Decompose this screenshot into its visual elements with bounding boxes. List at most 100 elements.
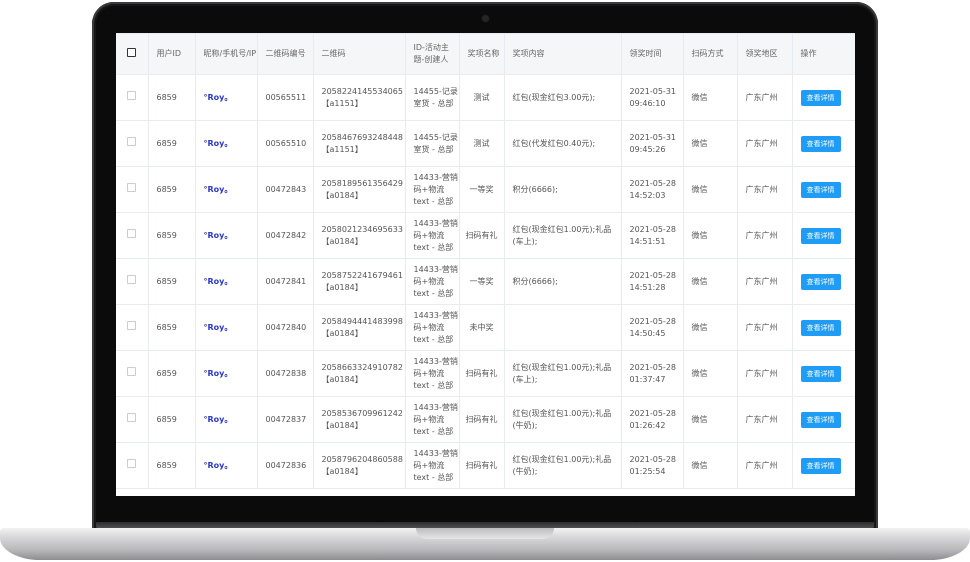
cell-prize-content bbox=[504, 304, 622, 351]
table-row: 6859 °Roy。 00472838 2058663324910782【a01… bbox=[116, 350, 855, 397]
row-checkbox[interactable] bbox=[116, 396, 149, 443]
view-details-button[interactable]: 查看详情 bbox=[800, 411, 841, 428]
cell-qr-code: 2058021234695633【a0184】 bbox=[313, 212, 406, 259]
cell-scan-method: 微信 bbox=[683, 212, 738, 259]
cell-qr-code: 2058467693248448【a1151】 bbox=[313, 120, 406, 167]
cell-prize-content: 红包(现金红包1.00元);礼品(牛奶); bbox=[504, 442, 622, 489]
row-checkbox[interactable] bbox=[116, 212, 149, 259]
cell-prize-name: 测试 bbox=[459, 74, 505, 121]
view-details-button[interactable]: 查看详情 bbox=[800, 227, 841, 244]
cell-scan-method: 微信 bbox=[683, 120, 738, 167]
row-checkbox[interactable] bbox=[116, 120, 149, 167]
cell-qr-code: 2058663324910782【a0184】 bbox=[313, 350, 406, 397]
cell-region: 广东广州 bbox=[737, 212, 793, 259]
view-details-button[interactable]: 查看详情 bbox=[800, 365, 841, 382]
cell-qr-no: 00472836 bbox=[257, 442, 314, 489]
header-win-time: 领奖时间 bbox=[621, 33, 684, 75]
header-region: 领奖地区 bbox=[737, 33, 793, 75]
laptop-bezel bbox=[116, 496, 855, 522]
cell-activity: 14455-记录室货 - 总部 bbox=[405, 120, 460, 167]
select-all-checkbox[interactable] bbox=[116, 33, 149, 75]
cell-scan-method: 微信 bbox=[683, 396, 738, 443]
cell-activity: 14433-营销码+物流text - 总部 bbox=[405, 350, 460, 397]
cell-nickname: °Roy。 bbox=[195, 304, 258, 351]
cell-prize-name: 一等奖 bbox=[459, 166, 505, 213]
cell-action: 查看详情 bbox=[792, 350, 855, 397]
cell-region: 广东广州 bbox=[737, 304, 793, 351]
table-row: 6859 °Roy。 00472842 2058021234695633【a01… bbox=[116, 212, 855, 259]
cell-win-time: 2021-05-28 14:51:51 bbox=[621, 212, 684, 259]
cell-prize-content: 积分(6666); bbox=[504, 166, 622, 213]
cell-win-time: 2021-05-28 01:37:47 bbox=[621, 350, 684, 397]
cell-activity: 14433-营销码+物流text - 总部 bbox=[405, 304, 460, 351]
header-activity: ID-活动主题-创建人 bbox=[405, 33, 460, 75]
header-qr-no: 二维码编号 bbox=[257, 33, 314, 75]
camera-icon bbox=[482, 15, 489, 22]
view-details-button[interactable]: 查看详情 bbox=[800, 89, 841, 106]
cell-prize-name: 扫码有礼 bbox=[459, 212, 505, 259]
header-qr-code: 二维码 bbox=[313, 33, 406, 75]
table-row: 6859 °Roy。 00472843 2058189561356429【a01… bbox=[116, 166, 855, 213]
cell-region: 广东广州 bbox=[737, 442, 793, 489]
cell-action: 查看详情 bbox=[792, 166, 855, 213]
cell-action: 查看详情 bbox=[792, 120, 855, 167]
table-row: 6859 °Roy。 00472841 2058752241679461【a01… bbox=[116, 258, 855, 305]
cell-qr-no: 00472843 bbox=[257, 166, 314, 213]
table-header-row: 用户ID 昵称/手机号/IP 二维码编号 二维码 ID-活动主题-创建人 奖项名… bbox=[116, 33, 855, 75]
row-checkbox[interactable] bbox=[116, 258, 149, 305]
cell-prize-name: 扫码有礼 bbox=[459, 396, 505, 443]
cell-user-id: 6859 bbox=[148, 258, 196, 305]
table-row: 6859 °Roy。 00565511 2058224145534065【a11… bbox=[116, 74, 855, 121]
cell-activity: 14433-营销码+物流text - 总部 bbox=[405, 258, 460, 305]
view-details-button[interactable]: 查看详情 bbox=[800, 273, 841, 290]
header-action: 操作 bbox=[792, 33, 855, 75]
cell-user-id: 6859 bbox=[148, 74, 196, 121]
cell-user-id: 6859 bbox=[148, 396, 196, 443]
screen: 用户ID 昵称/手机号/IP 二维码编号 二维码 ID-活动主题-创建人 奖项名… bbox=[116, 33, 855, 496]
table-row: 6859 °Roy。 00472840 2058494441483998【a01… bbox=[116, 304, 855, 351]
cell-prize-name: 扫码有礼 bbox=[459, 350, 505, 397]
cell-action: 查看详情 bbox=[792, 304, 855, 351]
row-checkbox[interactable] bbox=[116, 442, 149, 489]
view-details-button[interactable]: 查看详情 bbox=[800, 181, 841, 198]
cell-qr-no: 00565510 bbox=[257, 120, 314, 167]
cell-activity: 14433-营销码+物流text - 总部 bbox=[405, 442, 460, 489]
cell-user-id: 6859 bbox=[148, 166, 196, 213]
cell-nickname: °Roy。 bbox=[195, 350, 258, 397]
cell-scan-method: 微信 bbox=[683, 166, 738, 213]
view-details-button[interactable]: 查看详情 bbox=[800, 135, 841, 152]
cell-action: 查看详情 bbox=[792, 396, 855, 443]
row-checkbox[interactable] bbox=[116, 166, 149, 213]
cell-nickname: °Roy。 bbox=[195, 442, 258, 489]
cell-qr-no: 00472842 bbox=[257, 212, 314, 259]
cell-user-id: 6859 bbox=[148, 304, 196, 351]
cell-qr-code: 2058752241679461【a0184】 bbox=[313, 258, 406, 305]
prize-records-table: 用户ID 昵称/手机号/IP 二维码编号 二维码 ID-活动主题-创建人 奖项名… bbox=[116, 33, 855, 489]
row-checkbox[interactable] bbox=[116, 304, 149, 351]
cell-qr-code: 2058494441483998【a0184】 bbox=[313, 304, 406, 351]
cell-qr-no: 00472840 bbox=[257, 304, 314, 351]
cell-win-time: 2021-05-31 09:45:26 bbox=[621, 120, 684, 167]
cell-region: 广东广州 bbox=[737, 258, 793, 305]
cell-activity: 14433-营销码+物流text - 总部 bbox=[405, 396, 460, 443]
cell-user-id: 6859 bbox=[148, 442, 196, 489]
cell-action: 查看详情 bbox=[792, 212, 855, 259]
cell-prize-name: 未中奖 bbox=[459, 304, 505, 351]
header-scan-method: 扫码方式 bbox=[683, 33, 738, 75]
view-details-button[interactable]: 查看详情 bbox=[800, 457, 841, 474]
table-row: 6859 °Roy。 00472836 2058796204860588【a01… bbox=[116, 442, 855, 489]
header-user-id: 用户ID bbox=[148, 33, 196, 75]
cell-action: 查看详情 bbox=[792, 258, 855, 305]
cell-prize-content: 红包(现金红包1.00元);礼品(车上); bbox=[504, 350, 622, 397]
view-details-button[interactable]: 查看详情 bbox=[800, 319, 841, 336]
cell-user-id: 6859 bbox=[148, 120, 196, 167]
cell-qr-no: 00472838 bbox=[257, 350, 314, 397]
row-checkbox[interactable] bbox=[116, 74, 149, 121]
cell-activity: 14433-营销码+物流text - 总部 bbox=[405, 212, 460, 259]
cell-prize-content: 红包(现金红包3.00元); bbox=[504, 74, 622, 121]
cell-scan-method: 微信 bbox=[683, 350, 738, 397]
cell-user-id: 6859 bbox=[148, 212, 196, 259]
row-checkbox[interactable] bbox=[116, 350, 149, 397]
cell-scan-method: 微信 bbox=[683, 442, 738, 489]
header-prize-name: 奖项名称 bbox=[459, 33, 505, 75]
